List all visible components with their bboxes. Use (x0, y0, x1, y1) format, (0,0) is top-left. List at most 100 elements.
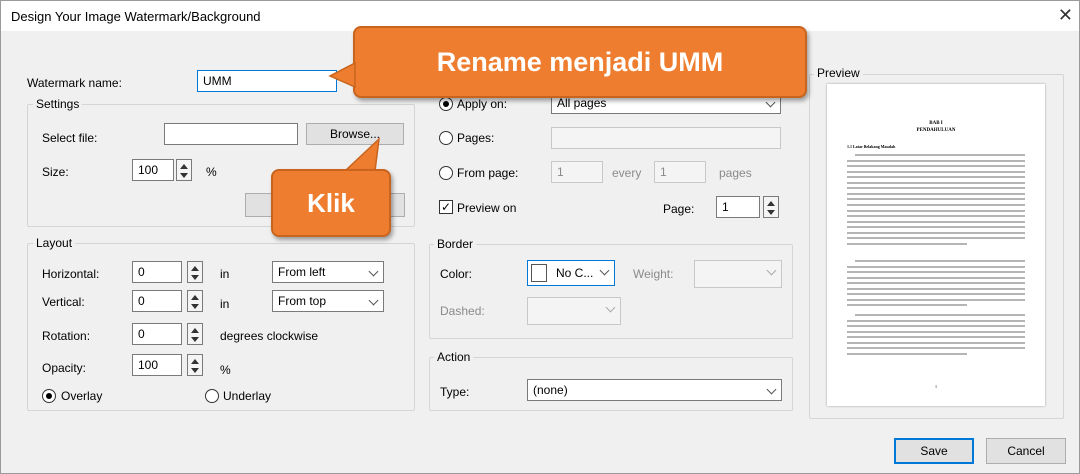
preview-text-line (847, 282, 1025, 284)
preview-text-line (847, 187, 1025, 189)
preview-on-label: Preview on (457, 201, 517, 215)
preview-on-checkbox[interactable]: ✓ (439, 200, 453, 214)
preview-page: BAB I PENDAHULUAN 1.1 Latar Belakang Mas… (827, 84, 1045, 406)
apply-on-label: Apply on: (457, 97, 508, 111)
rotation-unit: degrees clockwise (220, 329, 319, 343)
vertical-label: Vertical: (42, 295, 85, 309)
preview-text-line (847, 181, 1025, 184)
pages-radio[interactable] (439, 131, 453, 145)
preview-text-line (847, 170, 1025, 173)
vertical-from-select[interactable]: From top (272, 290, 384, 312)
size-input[interactable]: 100 (132, 159, 174, 181)
opacity-input[interactable]: 100 (132, 354, 182, 376)
preview-section-heading: 1.1 Latar Belakang Masalah (847, 144, 896, 149)
horizontal-spinner[interactable] (187, 261, 203, 283)
size-spinner[interactable] (176, 159, 192, 181)
rotation-input[interactable]: 0 (132, 323, 182, 345)
apply-on-radio[interactable] (439, 97, 453, 111)
chevron-down-icon (368, 295, 379, 306)
from-page-label: From page: (457, 166, 519, 180)
preview-text-line (847, 159, 1025, 162)
rotation-label: Rotation: (42, 329, 91, 343)
color-label: Color: (440, 267, 473, 281)
preview-text-line (855, 260, 1025, 262)
preview-text-line (847, 276, 1025, 279)
preview-text-line (847, 176, 1025, 178)
from-page-radio[interactable] (439, 166, 453, 180)
dashed-label: Dashed: (440, 304, 485, 318)
preview-text-line (847, 352, 967, 355)
preview-text-line (855, 314, 1025, 316)
weight-select[interactable] (694, 260, 782, 288)
every-input[interactable]: 1 (654, 161, 706, 183)
vertical-spinner[interactable] (187, 290, 203, 312)
action-type-label: Type: (440, 385, 470, 399)
page-input[interactable]: 1 (716, 196, 760, 218)
vertical-unit: in (220, 297, 230, 311)
from-page-input[interactable]: 1 (551, 161, 603, 183)
underlay-label: Underlay (223, 389, 272, 403)
preview-text-line (847, 330, 1025, 333)
preview-text-line (847, 198, 1025, 200)
horizontal-input[interactable]: 0 (132, 261, 182, 283)
chevron-down-icon (766, 265, 777, 276)
pages-input[interactable] (551, 127, 781, 149)
border-color-select[interactable]: No C... (527, 260, 615, 286)
preview-text-line (847, 304, 967, 306)
watermark-dialog: Design Your Image Watermark/Background ✕… (0, 0, 1080, 474)
preview-text-line (855, 204, 1025, 206)
page-spinner[interactable] (763, 196, 779, 218)
opacity-label: Opacity: (42, 361, 87, 375)
preview-text-line (847, 226, 1025, 228)
preview-text-line (847, 242, 967, 245)
action-type-select[interactable]: (none) (527, 379, 782, 401)
save-button[interactable]: Save (894, 438, 974, 464)
vertical-from-value: From top (278, 294, 327, 308)
rotation-spinner[interactable] (187, 323, 203, 345)
opacity-spinner[interactable] (187, 354, 203, 376)
dashed-select[interactable] (527, 297, 621, 325)
preview-text-line (847, 215, 1025, 217)
pages-label: Pages: (457, 131, 495, 145)
preview-text-line (847, 325, 1025, 327)
chevron-down-icon (765, 97, 776, 108)
preview-text-line (847, 336, 1025, 338)
chevron-down-icon (368, 266, 379, 277)
cancel-button[interactable]: Cancel (986, 438, 1066, 464)
preview-text-line (847, 341, 1025, 344)
click-callout: Klik (271, 169, 391, 237)
settings-title: Settings (33, 97, 83, 111)
every-label: every (612, 166, 642, 180)
size-label: Size: (42, 165, 69, 179)
preview-text-line (847, 271, 1025, 273)
watermark-name-input[interactable]: UMM (197, 70, 337, 92)
preview-chapter-heading: BAB I (929, 121, 943, 126)
underlay-radio[interactable] (205, 389, 219, 403)
overlay-radio[interactable] (42, 389, 56, 403)
preview-text-line (847, 319, 1025, 322)
file-path-input[interactable] (164, 123, 298, 145)
preview-text-line (847, 165, 1025, 167)
preview-title: Preview (814, 66, 863, 80)
preview-chapter-title: PENDAHULUAN (916, 128, 956, 133)
pages-unit: pages (719, 166, 752, 180)
horizontal-from-select[interactable]: From left (272, 261, 384, 283)
preview-page-number: 1 (935, 384, 937, 389)
color-swatch (531, 264, 547, 282)
chevron-down-icon (766, 384, 777, 395)
preview-text-line (847, 347, 1025, 349)
preview-text-line (847, 192, 1025, 195)
preview-text-line (847, 293, 1025, 295)
close-icon[interactable]: ✕ (1058, 5, 1073, 26)
layout-title: Layout (33, 236, 76, 250)
chevron-down-icon (605, 302, 616, 313)
page-label: Page: (663, 202, 695, 216)
preview-text-line (855, 154, 1025, 156)
vertical-input[interactable]: 0 (132, 290, 182, 312)
preview-text-line (847, 265, 1025, 268)
preview-text-line (847, 298, 1025, 301)
border-title: Border (434, 237, 477, 251)
weight-label: Weight: (633, 267, 674, 281)
action-title: Action (434, 350, 474, 364)
horizontal-unit: in (220, 267, 230, 281)
